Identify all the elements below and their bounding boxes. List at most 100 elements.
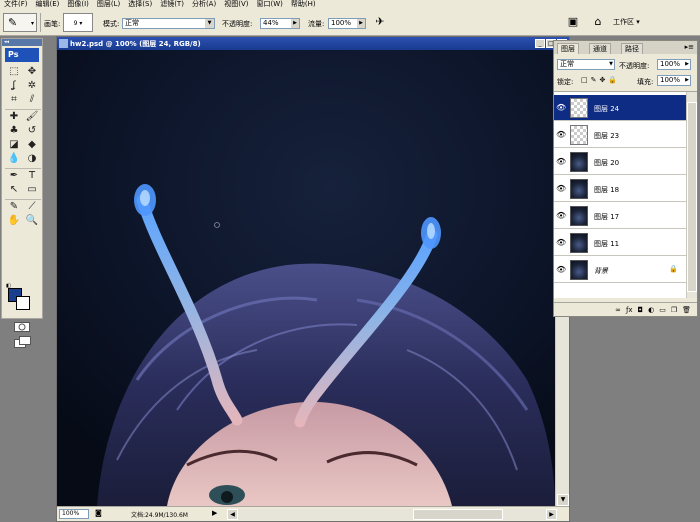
hand-icon[interactable]: ✋ — [5, 214, 23, 228]
layer-opacity-input[interactable]: 100% ▶ — [657, 59, 691, 70]
layer-row[interactable]: 👁 图层 18 — [554, 176, 686, 202]
chevron-right-icon[interactable]: ▶ — [212, 509, 217, 517]
eyedropper-icon[interactable]: ⟋ — [23, 200, 41, 214]
zoom-input[interactable]: 100% — [59, 509, 89, 519]
new-group-icon[interactable]: ▭ — [659, 306, 666, 314]
lasso-icon[interactable]: ʆ — [5, 79, 23, 93]
menu-select[interactable]: 选择(S) — [124, 0, 156, 9]
path-selection-icon[interactable]: ↖ — [5, 183, 23, 197]
menu-window[interactable]: 窗口(W) — [252, 0, 286, 9]
layer-mask-icon[interactable]: ◘ — [638, 306, 644, 314]
eye-icon[interactable]: 👁 — [556, 157, 566, 167]
ps-logo[interactable]: Ps — [5, 48, 39, 62]
layer-opacity-label: 不透明度: — [619, 62, 650, 70]
blur-icon[interactable]: 💧 — [5, 152, 23, 166]
status-menu-icon[interactable]: ◙ — [95, 509, 102, 517]
layer-name: 背景 — [594, 267, 608, 275]
chevron-right-icon: ▶ — [291, 19, 299, 28]
menu-help[interactable]: 帮助(H) — [287, 0, 320, 9]
file-browser-icon[interactable]: ▣ — [565, 14, 581, 30]
zoom-icon[interactable]: 🔍 — [23, 214, 41, 228]
eye-icon[interactable]: 👁 — [556, 130, 566, 140]
eye-icon[interactable]: 👁 — [556, 184, 566, 194]
image-canvas[interactable] — [57, 50, 555, 506]
flow-input[interactable]: 100% ▶ — [328, 18, 366, 29]
menu-view[interactable]: 视图(V) — [220, 0, 252, 9]
eye-icon[interactable]: 👁 — [556, 103, 566, 113]
layer-style-icon[interactable]: ƒx — [626, 306, 633, 314]
move-icon[interactable]: ✥ — [23, 65, 41, 79]
menu-filter[interactable]: 滤镜(T) — [156, 0, 188, 9]
chevron-down-icon: ▼ — [205, 19, 214, 28]
layer-name: 图层 23 — [594, 132, 620, 140]
dodge-icon[interactable]: ◑ — [23, 152, 41, 166]
history-brush-icon[interactable]: ↺ — [23, 124, 41, 138]
notes-icon[interactable]: ✎ — [5, 200, 23, 214]
screen-mode-icon[interactable] — [14, 336, 32, 350]
layers-panel-tabs: 图层 通道 路径 ▸≡ — [554, 41, 697, 54]
eraser-icon[interactable]: ◪ — [5, 138, 23, 152]
eye-icon[interactable]: 👁 — [556, 211, 566, 221]
airbrush-icon[interactable]: ✈ — [372, 14, 388, 30]
mode-select[interactable]: 正常 ▼ — [122, 18, 215, 29]
type-icon[interactable]: T — [23, 169, 41, 183]
horizontal-scrollbar[interactable]: ◀ ▶ — [227, 509, 557, 520]
brush-picker[interactable]: 9 ▾ — [63, 13, 93, 32]
menu-image[interactable]: 图像(I) — [63, 0, 93, 9]
layer-thumbnail — [570, 260, 588, 280]
layer-list-scrollbar[interactable] — [686, 92, 697, 298]
link-layers-icon[interactable]: ∞ — [615, 306, 621, 314]
tab-channels[interactable]: 通道 — [589, 43, 611, 54]
eye-icon[interactable]: 👁 — [556, 238, 566, 248]
delete-layer-icon[interactable]: 🗑 — [682, 306, 691, 314]
divider — [40, 13, 41, 32]
menu-analysis[interactable]: 分析(A) — [188, 0, 220, 9]
magic-wand-icon[interactable]: ✲ — [23, 79, 41, 93]
adjustment-layer-icon[interactable]: ◐ — [648, 306, 654, 314]
chevron-right-icon: ▶ — [685, 61, 689, 67]
marquee-icon[interactable]: ⬚ — [5, 65, 23, 79]
layer-row[interactable]: 👁 背景 🔒 — [554, 257, 686, 283]
palette-well-icon[interactable]: ⌂ — [590, 14, 606, 30]
layer-row[interactable]: 👁 图层 17 — [554, 203, 686, 229]
tools-panel-titlebar[interactable]: ◂◂ — [2, 39, 42, 46]
layer-row[interactable]: 👁 图层 24 — [554, 95, 686, 121]
scroll-down-icon[interactable]: ▼ — [557, 494, 569, 506]
scroll-right-icon[interactable]: ▶ — [546, 509, 557, 520]
menu-file[interactable]: 文件(F) — [0, 0, 32, 9]
blend-mode-select[interactable]: 正常 ▼ — [557, 59, 615, 70]
minimize-button[interactable]: _ — [535, 39, 545, 48]
menu-layer[interactable]: 图层(L) — [93, 0, 124, 9]
menu-edit[interactable]: 编辑(E) — [32, 0, 64, 9]
eye-icon[interactable]: 👁 — [556, 265, 566, 275]
background-color-swatch[interactable] — [16, 296, 30, 310]
brush-icon[interactable]: 🖌 — [23, 110, 41, 124]
tab-layers[interactable]: 图层 — [557, 43, 579, 54]
slice-icon[interactable]: ⫽ — [23, 93, 41, 107]
panel-menu-icon[interactable]: ▸≡ — [685, 43, 694, 51]
chevron-right-icon: ▶ — [685, 77, 689, 83]
artwork-image — [57, 50, 555, 506]
layer-row[interactable]: 👁 图层 11 — [554, 230, 686, 256]
layer-row[interactable]: 👁 图层 20 — [554, 149, 686, 175]
opacity-input[interactable]: 44% ▶ — [260, 18, 300, 29]
scroll-left-icon[interactable]: ◀ — [227, 509, 238, 520]
crop-icon[interactable]: ⌗ — [5, 93, 23, 107]
quick-mask-icon[interactable] — [14, 322, 30, 334]
document-size-info: 文档:24.9M/130.6M — [131, 512, 188, 519]
scroll-thumb[interactable] — [413, 509, 503, 520]
scroll-thumb[interactable] — [687, 102, 697, 292]
tool-preset-picker[interactable]: ✎ ▾ — [3, 13, 37, 32]
layer-row[interactable]: 👁 图层 23 — [554, 122, 686, 148]
tab-paths[interactable]: 路径 — [621, 43, 643, 54]
new-layer-icon[interactable]: ❐ — [671, 306, 677, 314]
shape-icon[interactable]: ▭ — [23, 183, 41, 197]
workspace-menu[interactable]: 工作区 ▾ — [613, 14, 640, 30]
paint-bucket-icon[interactable]: ◆ — [23, 138, 41, 152]
healing-brush-icon[interactable]: ✚ — [5, 110, 23, 124]
clone-stamp-icon[interactable]: ♣ — [5, 124, 23, 138]
fill-input[interactable]: 100% ▶ — [657, 75, 691, 86]
lock-options-icon[interactable]: □✎✥🔒 — [581, 76, 620, 84]
pen-icon[interactable]: ✒ — [5, 169, 23, 183]
document-titlebar[interactable]: hw2.psd @ 100% (图层 24, RGB/8) _ □ × — [57, 37, 569, 50]
